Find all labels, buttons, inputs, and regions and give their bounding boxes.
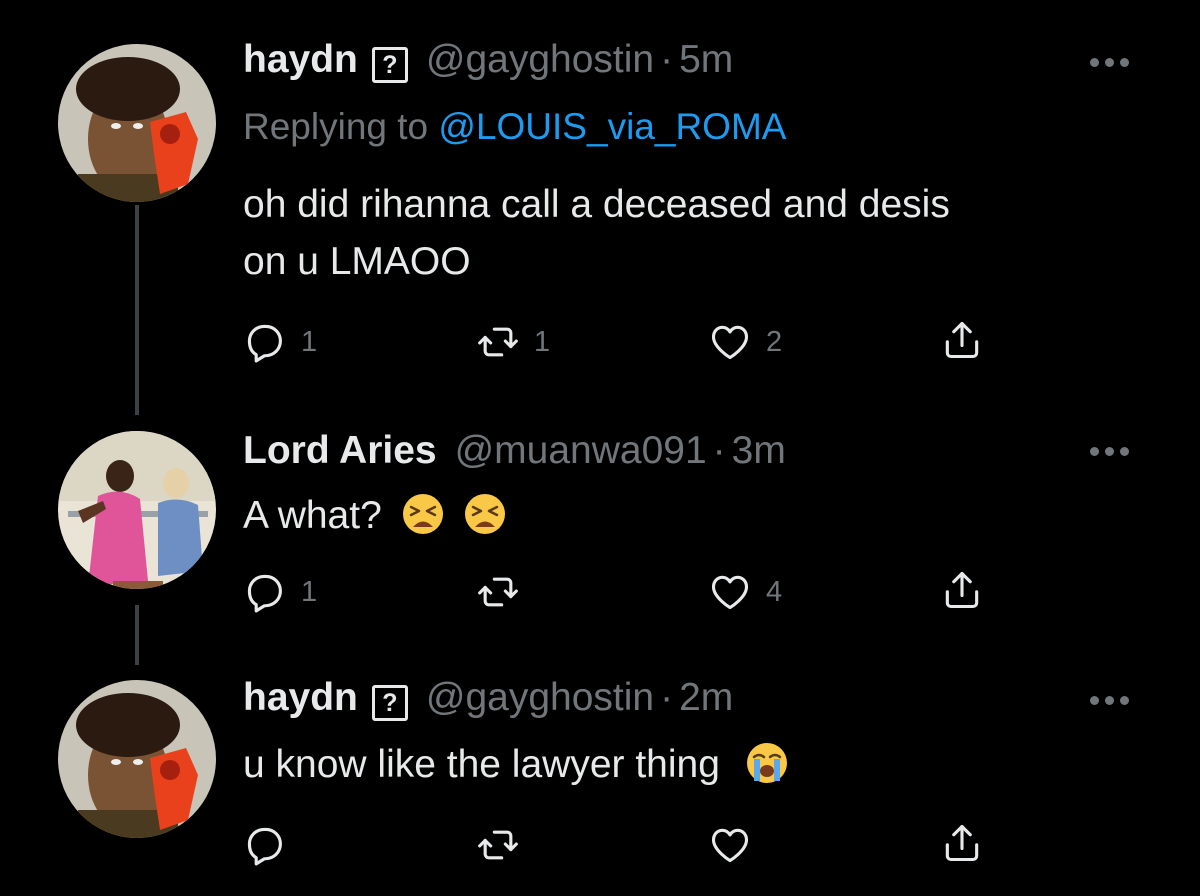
reply-button[interactable] <box>243 823 301 867</box>
reply-count: 1 <box>301 325 318 358</box>
reply-count: 1 <box>301 575 318 608</box>
tweet-text: A what? <box>243 487 1123 544</box>
separator-dot: · <box>660 676 674 719</box>
avatar[interactable] <box>58 44 216 202</box>
tweet-text-line: A what? <box>243 494 382 537</box>
tweet-text-line: u know like the lawyer thing <box>243 743 720 786</box>
more-options-icon[interactable] <box>1090 696 1140 710</box>
timestamp[interactable]: 3m <box>732 429 786 473</box>
more-options-icon[interactable] <box>1090 447 1140 461</box>
share-icon <box>940 568 984 612</box>
retweet-button[interactable] <box>476 823 534 867</box>
share-icon <box>940 318 984 362</box>
reply-icon <box>243 320 287 364</box>
tired-face-emoji <box>402 493 443 534</box>
username[interactable]: @muanwa091 <box>455 429 707 473</box>
avatar[interactable] <box>58 431 216 589</box>
thread-line <box>135 605 139 665</box>
share-button[interactable] <box>940 318 984 362</box>
mention-link[interactable]: @LOUIS_via_ROMA <box>438 106 786 147</box>
heart-icon <box>708 570 752 614</box>
reply-button[interactable]: 1 <box>243 320 317 364</box>
unknown-emoji-badge: ? <box>371 47 408 83</box>
share-button[interactable] <box>940 821 984 865</box>
tweet-header: haydn ? @gayghostin · 5m <box>243 38 733 83</box>
tired-face-emoji <box>465 493 506 534</box>
share-icon <box>940 821 984 865</box>
like-count: 4 <box>766 575 783 608</box>
username[interactable]: @gayghostin <box>426 38 654 82</box>
like-button[interactable]: 2 <box>708 320 782 364</box>
like-count: 2 <box>766 325 783 358</box>
reply-icon <box>243 570 287 614</box>
more-options-icon[interactable] <box>1090 58 1140 72</box>
unknown-emoji-badge: ? <box>371 685 408 721</box>
replying-prefix: Replying to <box>243 106 429 147</box>
retweet-button[interactable]: 1 <box>476 320 550 364</box>
tweet-text: u know like the lawyer thing <box>243 736 1123 793</box>
retweet-count: 1 <box>534 325 551 358</box>
loudly-crying-face-emoji <box>746 742 787 783</box>
tweet-header: Lord Aries @muanwa091 · 3m <box>243 429 786 473</box>
display-name[interactable]: Lord Aries <box>243 429 437 473</box>
timestamp[interactable]: 2m <box>679 676 733 720</box>
reply-icon <box>243 823 287 867</box>
retweet-button[interactable] <box>476 570 534 614</box>
display-name[interactable]: haydn <box>243 38 358 82</box>
separator-dot: · <box>712 429 726 472</box>
replying-to: Replying to @LOUIS_via_ROMA <box>243 106 786 148</box>
display-name[interactable]: haydn <box>243 676 358 720</box>
retweet-icon <box>476 320 520 364</box>
heart-icon <box>708 320 752 364</box>
thread-line <box>135 205 139 415</box>
timestamp[interactable]: 5m <box>679 38 733 82</box>
like-button[interactable]: 4 <box>708 570 782 614</box>
separator-dot: · <box>660 38 674 81</box>
tweet-text: oh did rihanna call a deceased and desis… <box>243 176 1123 290</box>
retweet-icon <box>476 823 520 867</box>
reply-button[interactable]: 1 <box>243 570 317 614</box>
retweet-icon <box>476 570 520 614</box>
like-button[interactable] <box>708 823 766 867</box>
tweet-text-line: oh did rihanna call a deceased and desis <box>243 183 950 226</box>
share-button[interactable] <box>940 568 984 612</box>
heart-icon <box>708 823 752 867</box>
tweet-text-line: on u LMAOO <box>243 240 471 283</box>
avatar[interactable] <box>58 680 216 838</box>
tweet-header: haydn ? @gayghostin · 2m <box>243 676 733 721</box>
username[interactable]: @gayghostin <box>426 676 654 720</box>
